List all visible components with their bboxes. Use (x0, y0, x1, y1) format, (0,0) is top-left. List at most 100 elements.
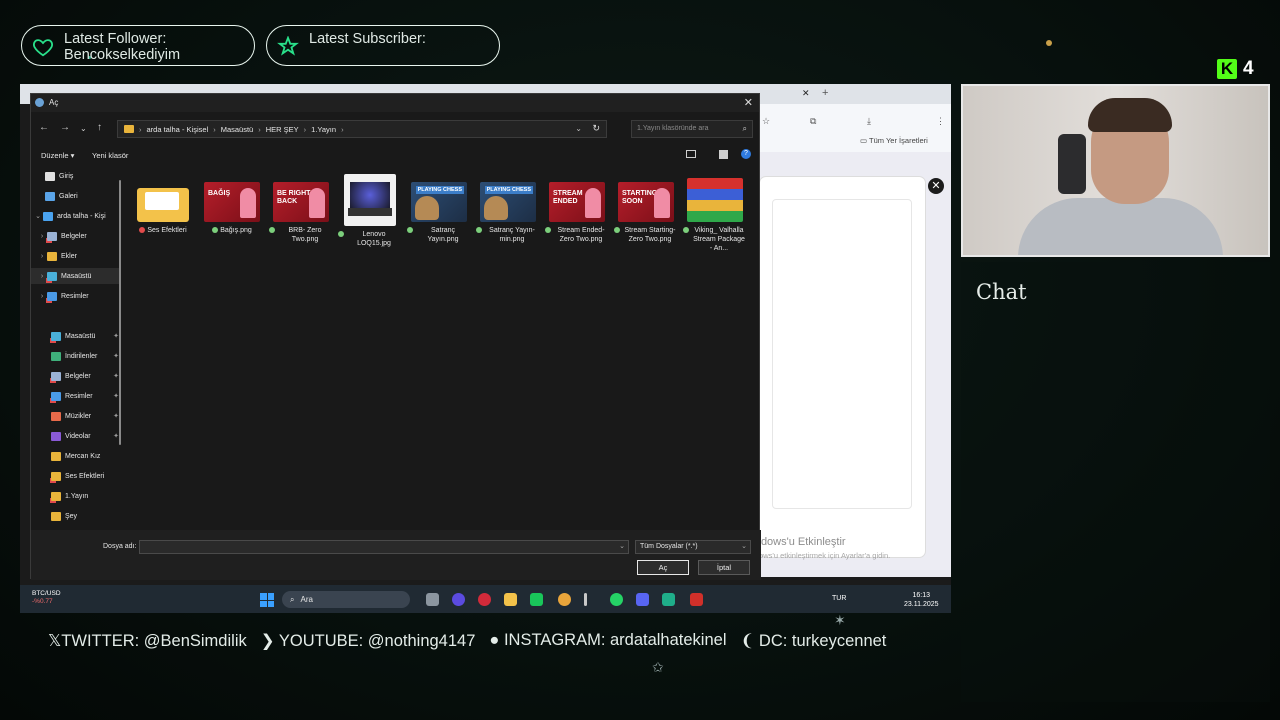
file-item[interactable]: Lenovo LOQ15.jpg (338, 168, 402, 248)
folder-icon: ▭ (860, 136, 870, 145)
expand-chevron-icon[interactable]: › (37, 233, 47, 240)
sidebar-item[interactable]: ⌄ arda talha - Kişi (31, 208, 121, 224)
sync-status-icon (269, 227, 275, 233)
forward-arrow-icon[interactable]: → (60, 122, 70, 133)
dialog-titlebar: Aç ✕ (31, 94, 759, 112)
organize-menu[interactable]: Düzenle ▾ (41, 151, 74, 160)
close-icon[interactable]: ✕ (744, 96, 753, 109)
kick-logo-icon: K (1217, 59, 1237, 79)
file-item[interactable]: BE RIGHT BACK BRB- Zero Two.png (269, 168, 333, 244)
sidebar-item[interactable]: › Masaüstü (31, 268, 121, 284)
activate-windows-subtitle: Windows'u etkinleştirmek için Ayarlar'a … (742, 551, 891, 560)
modal-close-button[interactable]: ✕ (928, 178, 944, 194)
sidebar-item[interactable]: 1.Yayın (31, 488, 121, 504)
home-icon (45, 171, 55, 181)
file-item[interactable]: STREAM ENDED Stream Ended-Zero Two.png (545, 168, 609, 244)
breadcrumb-item[interactable]: Masaüstü (221, 125, 254, 134)
address-bar[interactable]: › arda talha - Kişisel › Masaüstü › HER … (117, 120, 607, 138)
view-options-icon[interactable] (686, 150, 696, 158)
sidebar-item[interactable]: İndirilenler ✦ (31, 348, 121, 364)
back-arrow-icon[interactable]: ← (39, 122, 49, 133)
recent-chevron-icon[interactable]: ⌄ (80, 124, 87, 133)
new-folder-button[interactable]: Yeni klasör (92, 151, 128, 160)
expand-chevron-icon[interactable]: ⌄ (33, 212, 43, 220)
filename-input[interactable]: ⌄ (139, 540, 629, 554)
sidebar-item-label: Resimler (61, 292, 89, 300)
extension-icon[interactable]: ⧉ (810, 116, 816, 127)
file-name: Stream Ended-Zero Two.png (557, 227, 605, 243)
file-item[interactable]: PLAYING CHESS Satranç Yayın.png (407, 168, 471, 244)
tab-close-icon[interactable]: ✕ (802, 88, 810, 99)
file-item[interactable]: Viking_ Valhalla Stream Package - An... (683, 168, 747, 253)
menu-icon[interactable]: ⋮ (936, 116, 945, 127)
sidebar-item[interactable]: Mercan Kız (31, 448, 121, 464)
file-list: Ses Efektleri BAĞIŞ Bağış.png BE RIGHT BACK… (131, 168, 761, 518)
file-thumbnail: PLAYING CHESS (480, 182, 536, 222)
breadcrumb-item[interactable]: arda talha - Kişisel (147, 125, 209, 134)
preview-pane-icon[interactable] (719, 150, 728, 159)
navigation-row: ← → ⌄ ↑ › arda talha - Kişisel › Masaüst… (31, 116, 761, 142)
chevron-down-icon[interactable]: ⌄ (619, 542, 625, 550)
sync-status-icon (212, 227, 219, 233)
documents-icon (51, 371, 61, 381)
sidebar-item[interactable]: Belgeler ✦ (31, 368, 121, 384)
bookmarks-folder[interactable]: ▭ Tüm Yer İşaretleri (860, 136, 928, 145)
expand-chevron-icon[interactable]: › (37, 253, 47, 260)
system-clock[interactable]: 16:13 23.11.2025 (904, 591, 939, 609)
windows-taskbar: BTC/USD -%0.77 ⌕ Ara TUR 16:13 23.11.2025 (20, 585, 951, 613)
sidebar-item[interactable]: Müzikler ✦ (31, 408, 121, 424)
file-item[interactable]: STARTING SOON Stream Starting-Zero Two.pn… (614, 168, 678, 244)
file-item[interactable]: BAĞIŞ Bağış.png (200, 168, 264, 235)
star-icon[interactable]: ☆ (762, 116, 770, 127)
pen-icon[interactable] (584, 593, 587, 606)
breadcrumb-item[interactable]: HER ŞEY (266, 125, 299, 134)
chrome-icon[interactable] (558, 593, 571, 606)
taskbar-search[interactable]: ⌕ Ara (282, 591, 410, 608)
refresh-icon[interactable]: ↻ (592, 123, 600, 134)
line-icon[interactable] (530, 593, 543, 606)
sidebar-item[interactable]: Şey (31, 508, 121, 524)
whatsapp-icon[interactable] (610, 593, 623, 606)
file-explorer-icon[interactable] (504, 593, 517, 606)
breadcrumb-item[interactable]: 1.Yayın (311, 125, 336, 134)
chevron-down-icon[interactable]: ⌄ (575, 124, 582, 133)
sidebar-scrollbar[interactable] (119, 180, 121, 445)
acrobat-icon[interactable] (690, 593, 703, 606)
cancel-button[interactable]: İptal (698, 560, 750, 575)
task-view-icon[interactable] (426, 593, 439, 606)
file-item[interactable]: Ses Efektleri (131, 168, 195, 235)
windows-start-icon[interactable] (260, 593, 274, 607)
stock-widget[interactable]: BTC/USD -%0.77 (32, 590, 61, 606)
file-item[interactable]: PLAYING CHESS Satranç Yayın-min.png (476, 168, 540, 244)
app-icon[interactable] (662, 593, 675, 606)
discord-icon: ❨ (740, 632, 759, 650)
cortana-icon[interactable] (452, 593, 465, 606)
sidebar-item[interactable]: Masaüstü ✦ (31, 328, 121, 344)
new-tab-button[interactable]: + (822, 87, 828, 99)
expand-chevron-icon[interactable]: › (37, 273, 47, 280)
sidebar-item[interactable]: › Ekler (31, 248, 121, 264)
download-icon[interactable]: ⤓ (867, 116, 871, 127)
search-input[interactable]: 1.Yayın klasöründe ara ⌕ (631, 120, 753, 138)
file-thumbnail (344, 174, 396, 226)
twitter-icon: 𝕏 (48, 632, 62, 650)
sidebar-item[interactable]: Ses Efektleri (31, 468, 121, 484)
discord-icon[interactable] (636, 593, 649, 606)
sidebar-item[interactable]: Resimler ✦ (31, 388, 121, 404)
open-button[interactable]: Aç (637, 560, 689, 575)
file-thumbnail: BAĞIŞ (204, 182, 260, 222)
filetype-select[interactable]: Tüm Dosyalar (*.*) ⌄ (635, 540, 751, 554)
sidebar-item[interactable]: Galeri (31, 188, 121, 204)
sidebar-item[interactable]: › Resimler (31, 288, 121, 304)
opera-icon[interactable] (478, 593, 491, 606)
open-file-dialog: Aç ✕ ← → ⌄ ↑ › arda talha - Kişisel › Ma… (30, 93, 761, 580)
dialog-title: Aç (49, 98, 59, 107)
language-indicator[interactable]: TUR (832, 595, 846, 602)
up-arrow-icon[interactable]: ↑ (97, 122, 102, 133)
sidebar-item[interactable]: › Belgeler (31, 228, 121, 244)
sidebar-item[interactable]: Giriş (31, 168, 121, 184)
expand-chevron-icon[interactable]: › (37, 293, 47, 300)
help-icon[interactable]: ? (741, 149, 751, 159)
sidebar-item[interactable]: Videolar ✦ (31, 428, 121, 444)
sidebar-item-label: Mercan Kız (65, 452, 101, 460)
